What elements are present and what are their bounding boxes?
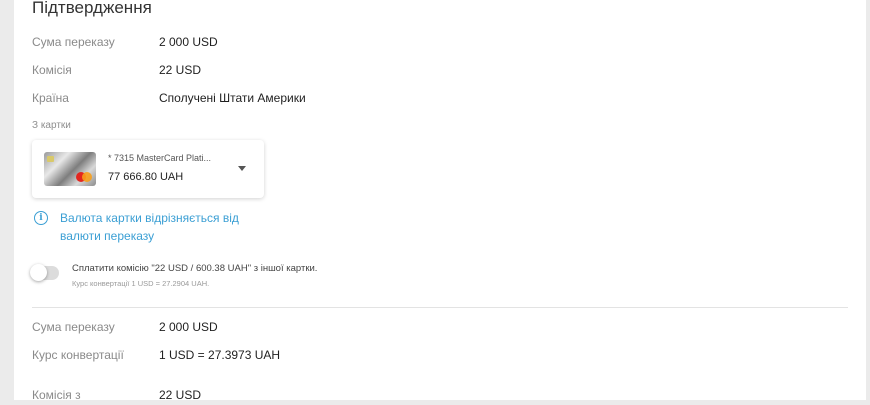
country-label: Країна bbox=[32, 91, 69, 105]
conversion-rate-value: 1 USD = 27.3973 UAH bbox=[159, 348, 281, 362]
transfer-amount-value: 2 000 USD bbox=[159, 35, 218, 49]
summary-amount-label: Сума переказу bbox=[32, 320, 115, 334]
from-card-label: З картки bbox=[32, 120, 71, 131]
section-divider bbox=[32, 307, 848, 308]
commission-toggle-label: Сплатити комісію "22 USD / 600.38 UAH" з… bbox=[72, 263, 318, 274]
chevron-down-icon[interactable] bbox=[238, 166, 246, 171]
commission-label: Комісія bbox=[32, 63, 72, 77]
card-balance: 77 666.80 UAH bbox=[108, 171, 184, 183]
mastercard-logo-icon bbox=[76, 172, 92, 182]
card-select[interactable]: * 7315 MasterCard Plati... 77 666.80 UAH bbox=[32, 140, 264, 198]
conversion-rate-note: Курс конвертації 1 USD = 27.2904 UAH. bbox=[72, 279, 210, 288]
commission-toggle[interactable] bbox=[30, 264, 59, 281]
currency-notice: Валюта картки відрізняється від валюти п… bbox=[60, 211, 239, 243]
card-name: * 7315 MasterCard Plati... bbox=[108, 153, 212, 163]
page-title: Підтвердження bbox=[32, 0, 152, 17]
confirmation-panel: Підтвердження Сума переказу 2 000 USD Ко… bbox=[14, 0, 866, 402]
info-icon: i bbox=[34, 211, 48, 225]
country-row: Країна Сполучені Штати Америки bbox=[32, 88, 306, 108]
summary-amount-row: Сума переказу 2 000 USD bbox=[32, 317, 218, 337]
toggle-knob bbox=[30, 264, 47, 281]
commission-row: Комісія 22 USD bbox=[32, 60, 201, 80]
country-value: Сполучені Штати Америки bbox=[159, 91, 306, 105]
card-chip-icon bbox=[47, 156, 54, 162]
commission-value: 22 USD bbox=[159, 63, 202, 77]
commission-from-row: Комісія з 22 USD bbox=[32, 385, 201, 405]
transfer-amount-label: Сума переказу bbox=[32, 35, 115, 49]
conversion-rate-row: Курс конвертації 1 USD = 27.3973 UAH bbox=[32, 345, 280, 365]
summary-amount-value: 2 000 USD bbox=[159, 320, 218, 334]
transfer-amount-row: Сума переказу 2 000 USD bbox=[32, 32, 218, 52]
conversion-rate-label: Курс конвертації bbox=[32, 348, 124, 362]
card-image bbox=[44, 152, 96, 186]
